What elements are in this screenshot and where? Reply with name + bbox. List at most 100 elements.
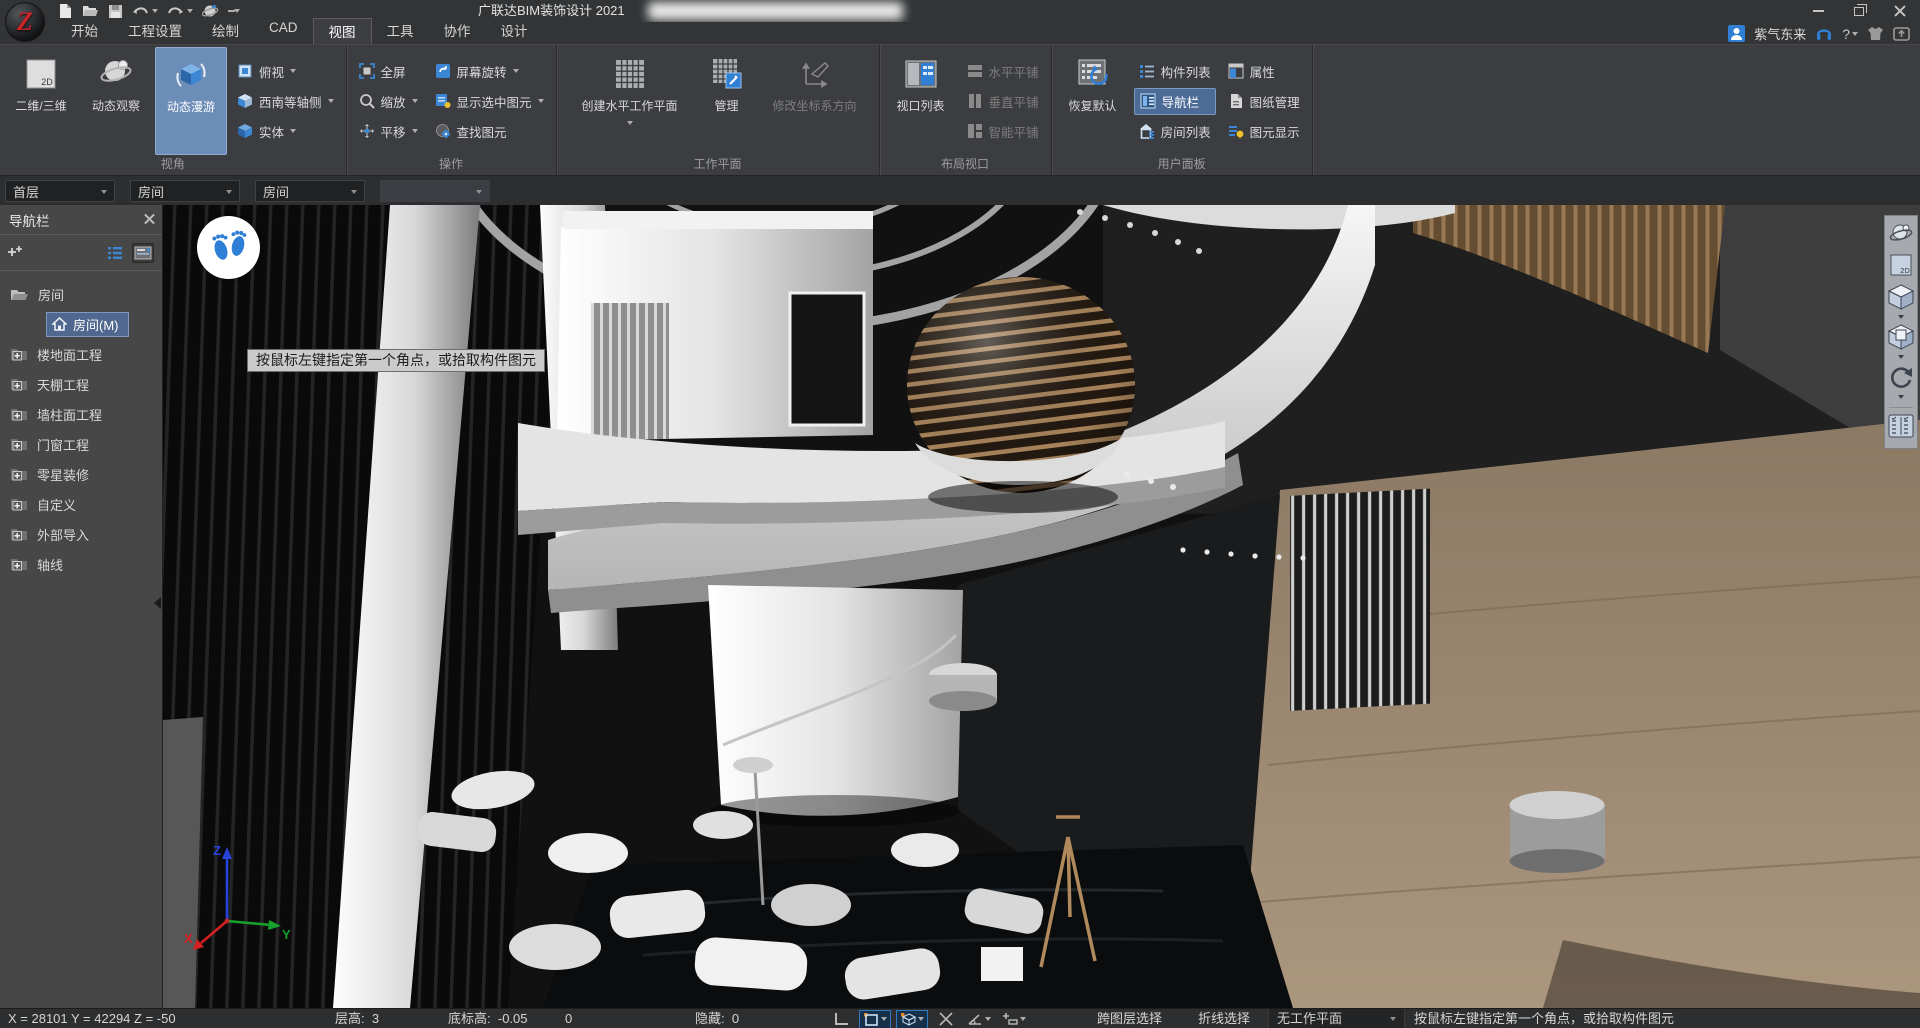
navigation-panel: 导航栏 房间 xyxy=(0,205,163,1008)
palette-view-table-button[interactable] xyxy=(1887,413,1915,442)
tab-view[interactable]: 视图 xyxy=(313,18,372,44)
redo-caret-icon[interactable] xyxy=(187,9,193,13)
minimize-button[interactable] xyxy=(1813,10,1824,12)
snap-cross-button[interactable] xyxy=(933,1010,959,1028)
find-element-button[interactable]: 查找图元 xyxy=(430,118,549,145)
manage-workplane-button[interactable]: 管理 xyxy=(701,47,753,155)
panel-close-icon[interactable] xyxy=(144,214,155,225)
palette-rotate-button[interactable] xyxy=(1887,363,1915,394)
tree-item-external-import[interactable]: 外部导入 xyxy=(0,519,162,549)
palette-cube-view-button[interactable] xyxy=(1887,283,1915,314)
magnifier-icon xyxy=(359,93,375,109)
help-button[interactable]: ? xyxy=(1842,26,1858,42)
room-list-button[interactable]: 房间列表 xyxy=(1134,118,1216,145)
solid-caret-icon xyxy=(290,129,296,133)
tab-design[interactable]: 设计 xyxy=(486,18,543,44)
create-workplane-button[interactable]: 创建水平工作平面 xyxy=(562,47,698,155)
workplane-value: 无工作平面 xyxy=(1277,1009,1342,1028)
base-elevation-value: -0.05 xyxy=(498,1011,528,1026)
extra-select[interactable] xyxy=(380,180,490,202)
component-list-button[interactable]: 构件列表 xyxy=(1134,58,1216,85)
palette-cube-caret-icon[interactable] xyxy=(1898,315,1904,319)
list-view-button[interactable] xyxy=(104,243,126,263)
drawing-manage-button[interactable]: 图纸管理 xyxy=(1223,88,1305,115)
tree-item-axis-lines[interactable]: 轴线 xyxy=(0,549,162,579)
palette-2d-button[interactable]: 2D xyxy=(1888,252,1914,281)
tab-start[interactable]: 开始 xyxy=(56,18,113,44)
2d-3d-toggle-button[interactable]: 2D 二维/三维 xyxy=(5,47,77,155)
navbar-toggle-button[interactable]: 导航栏 xyxy=(1134,88,1216,115)
tab-tools[interactable]: 工具 xyxy=(372,18,429,44)
pan-menu[interactable]: 平移 xyxy=(354,118,423,145)
palette-cube-2-caret-icon[interactable] xyxy=(1898,355,1904,359)
tree-item-wall-column-works[interactable]: 墙柱面工程 xyxy=(0,399,162,429)
viewport-list-button[interactable]: 视口列表 xyxy=(885,47,957,155)
workplane-select[interactable]: 无工作平面 xyxy=(1268,1009,1405,1028)
tab-draw[interactable]: 绘制 xyxy=(197,18,254,44)
app-logo[interactable]: Z xyxy=(5,2,45,42)
restore-default-button[interactable]: 恢复默认 xyxy=(1057,47,1129,155)
tab-project-settings[interactable]: 工程设置 xyxy=(113,18,197,44)
tree-item-room-selected[interactable]: 房间(M) xyxy=(46,312,129,337)
tree-item-custom[interactable]: 自定义 xyxy=(0,489,162,519)
undo-caret-icon[interactable] xyxy=(152,9,158,13)
tile-horizontal-button[interactable]: 水平平铺 xyxy=(962,58,1044,85)
tree-item-floor-works[interactable]: 楼地面工程 xyxy=(0,339,162,369)
angle-snap-button[interactable] xyxy=(964,1010,994,1028)
modify-coordinate-button[interactable]: 修改坐标系方向 xyxy=(756,47,874,155)
folder-plus-icon xyxy=(10,467,28,481)
floor-select-caret-icon xyxy=(101,190,107,194)
category-select[interactable]: 房间 xyxy=(130,180,240,202)
element-display-button[interactable]: 图元显示 xyxy=(1223,118,1305,145)
show-selected-menu[interactable]: 显示选中图元 xyxy=(430,88,549,115)
headset-icon[interactable] xyxy=(1815,25,1833,42)
solid-display-menu[interactable]: 实体 xyxy=(232,118,339,145)
ribbon: 2D 二维/三维 动态观察 动态漫游 俯视 xyxy=(0,44,1920,175)
tree-item-ceiling-works[interactable]: 天棚工程 xyxy=(0,369,162,399)
tile-vertical-button[interactable]: 垂直平铺 xyxy=(962,88,1044,115)
tree-item-room-folder[interactable]: 房间 xyxy=(0,279,162,309)
username[interactable]: 紫气东来 xyxy=(1754,24,1806,43)
add-item-icon[interactable] xyxy=(8,245,24,261)
type-select[interactable]: 房间 xyxy=(255,180,365,202)
palette-orbit-button[interactable] xyxy=(1888,221,1914,250)
dynamic-orbit-button[interactable]: 动态观察 xyxy=(80,47,152,155)
cross-layer-select-toggle[interactable]: 跨图层选择 xyxy=(1097,1009,1162,1028)
tab-cad[interactable]: CAD xyxy=(254,18,313,44)
screen-rotate-label: 屏幕旋转 xyxy=(457,62,507,81)
tab-collaborate[interactable]: 协作 xyxy=(429,18,486,44)
scene-gray-cylinder xyxy=(1510,791,1606,873)
scene-central-tower xyxy=(557,211,873,441)
palette-table-icon xyxy=(1887,413,1915,439)
restore-button[interactable] xyxy=(1854,7,1864,16)
tree-item-door-window-works[interactable]: 门窗工程 xyxy=(0,429,162,459)
upload-tray-icon[interactable] xyxy=(1893,26,1910,41)
ortho-mode-button[interactable] xyxy=(828,1010,854,1028)
close-button[interactable] xyxy=(1894,5,1906,17)
cube-select-icon xyxy=(900,1012,916,1026)
panel-collapse-arrow-icon[interactable] xyxy=(154,597,161,609)
rect-select-toggle[interactable] xyxy=(859,1010,891,1028)
dynamic-walk-button[interactable]: 动态漫游 xyxy=(155,47,227,155)
viewport-3d[interactable]: 按鼠标左键指定第一个角点，或拾取构件图元 Z Y X 2 xyxy=(163,205,1920,1008)
tree-item-misc-decoration[interactable]: 零星装修 xyxy=(0,459,162,489)
palette-cube-view-2-button[interactable] xyxy=(1887,323,1915,354)
fullscreen-button[interactable]: 全屏 xyxy=(354,58,423,85)
panel-view-button[interactable] xyxy=(132,243,154,263)
top-view-menu[interactable]: 俯视 xyxy=(232,58,339,85)
tile-smart-button[interactable]: 智能平铺 xyxy=(962,118,1044,145)
context-selector-row: 首层 房间 房间 xyxy=(0,175,1920,205)
screen-rotate-menu[interactable]: 屏幕旋转 xyxy=(430,58,549,85)
theme-shirt-icon[interactable] xyxy=(1867,26,1884,41)
zoom-menu[interactable]: 缩放 xyxy=(354,88,423,115)
component-list-icon xyxy=(1139,63,1155,79)
polyline-select-toggle[interactable]: 折线选择 xyxy=(1198,1009,1250,1028)
properties-button[interactable]: 属性 xyxy=(1223,58,1305,85)
palette-rotate-caret-icon[interactable] xyxy=(1898,395,1904,399)
viewport-3d-scene xyxy=(163,205,1920,1008)
solid-select-toggle[interactable] xyxy=(896,1010,928,1028)
avatar-icon[interactable] xyxy=(1728,25,1745,42)
floor-select[interactable]: 首层 xyxy=(5,180,115,202)
point-snap-button[interactable] xyxy=(999,1010,1029,1028)
sw-isometric-menu[interactable]: 西南等轴侧 xyxy=(232,88,339,115)
